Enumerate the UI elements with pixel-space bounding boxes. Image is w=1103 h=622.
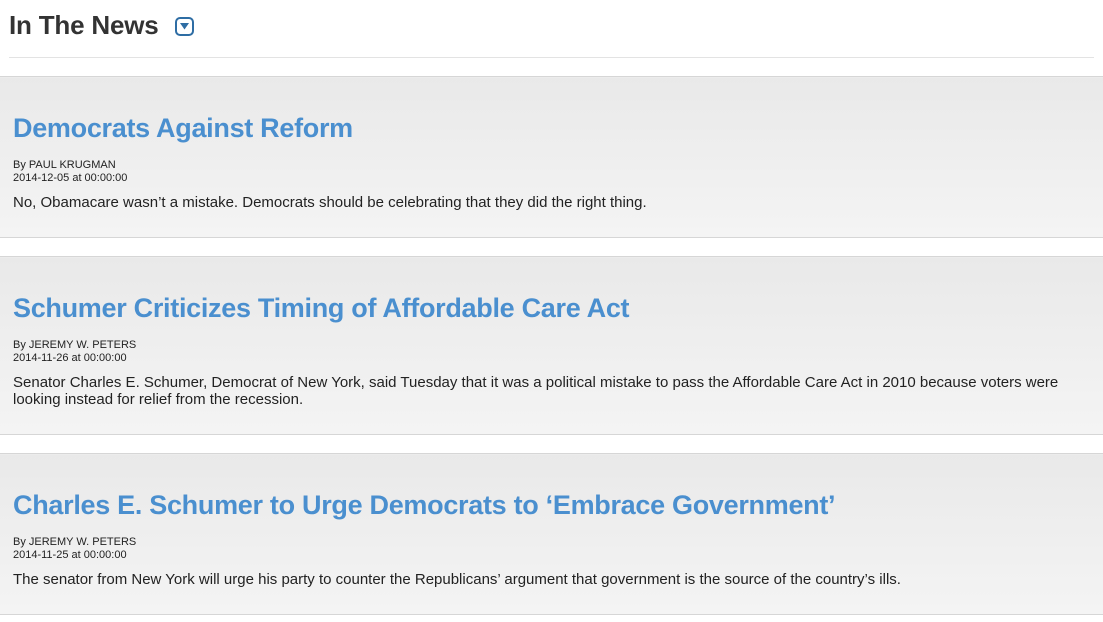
chevron-down-icon[interactable]: [175, 17, 194, 36]
news-item: Democrats Against Reform By PAUL KRUGMAN…: [0, 76, 1103, 238]
article-author: By PAUL KRUGMAN: [13, 159, 116, 171]
news-item: Schumer Criticizes Timing of Affordable …: [0, 256, 1103, 435]
article-date: 2014-11-26 at 00:00:00: [13, 352, 127, 364]
article-title-link[interactable]: Democrats Against Reform: [13, 112, 353, 144]
section-header: In The News: [9, 0, 1094, 58]
article-date: 2014-11-25 at 00:00:00: [13, 549, 127, 561]
article-author: By JEREMY W. PETERS: [13, 339, 137, 351]
chevron-down-icon-glyph: [180, 23, 189, 30]
article-title-link[interactable]: Schumer Criticizes Timing of Affordable …: [13, 292, 630, 324]
article-summary: Senator Charles E. Schumer, Democrat of …: [13, 374, 1059, 408]
news-item: Charles E. Schumer to Urge Democrats to …: [0, 453, 1103, 615]
article-summary: No, Obamacare wasn’t a mistake. Democrat…: [13, 194, 647, 211]
article-summary: The senator from New York will urge his …: [13, 571, 901, 588]
article-date: 2014-12-05 at 00:00:00: [13, 172, 128, 184]
section-title: In The News: [9, 10, 159, 40]
article-title-link[interactable]: Charles E. Schumer to Urge Democrats to …: [13, 489, 836, 521]
article-author: By JEREMY W. PETERS: [13, 536, 137, 548]
